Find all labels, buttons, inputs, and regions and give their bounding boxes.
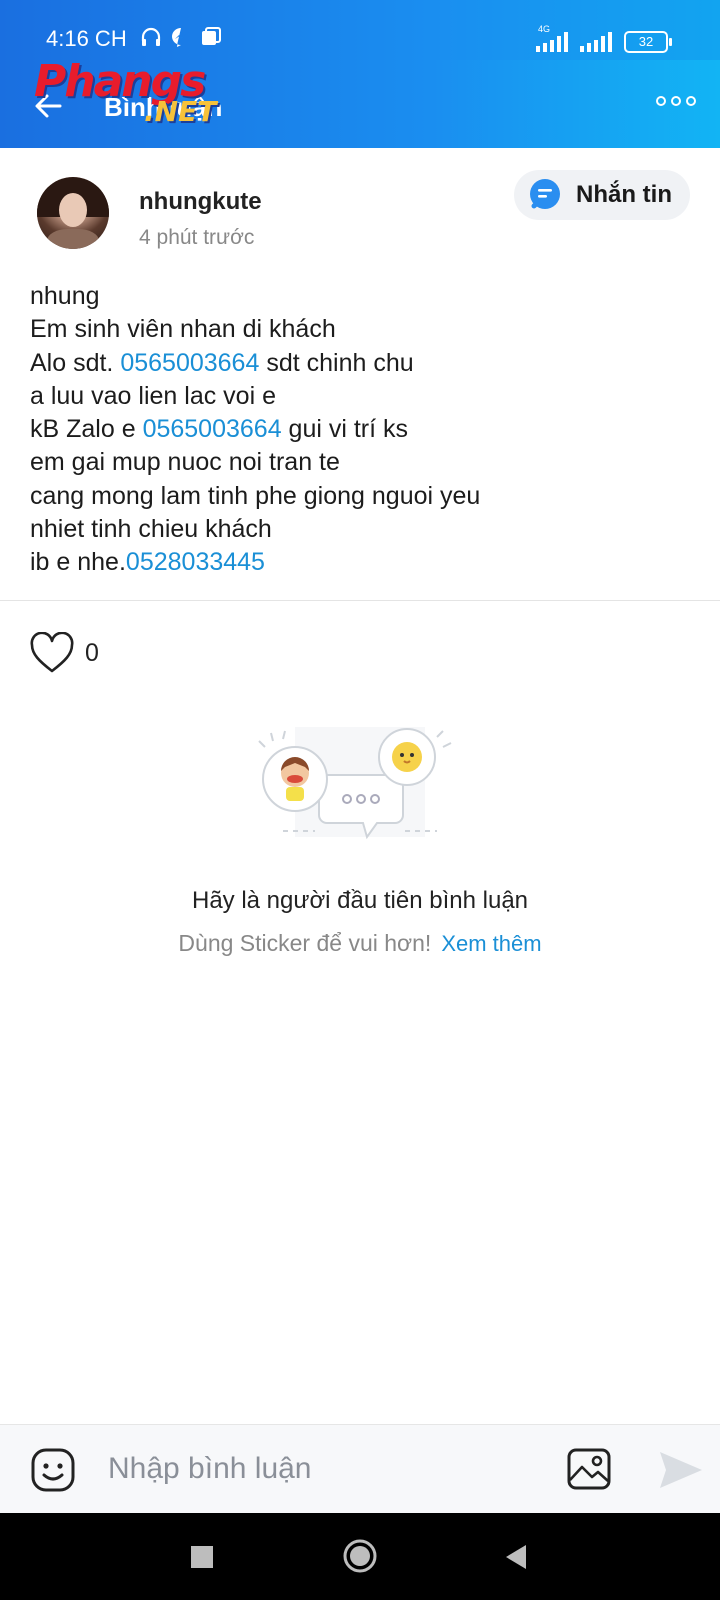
image-icon[interactable]: [566, 1447, 612, 1491]
headphones-icon: [140, 26, 162, 53]
post-line: cang mong lam tinh phe giong nguoi yeu: [30, 481, 481, 510]
photo-notification-icon: [200, 26, 222, 53]
square-icon[interactable]: [191, 1546, 213, 1568]
phone-link[interactable]: 0565003664: [143, 415, 282, 443]
circle-icon[interactable]: [343, 1539, 377, 1573]
empty-state-subtitle: Dùng Sticker để vui hơn! Xem thêm: [178, 930, 542, 956]
post-line: nhiet tinh chieu khách: [30, 515, 272, 544]
avatar[interactable]: [37, 177, 109, 249]
phone-link[interactable]: 0565003664: [120, 349, 259, 377]
status-time: 4:16 CH: [46, 26, 127, 51]
post-line: nhung: [30, 282, 100, 310]
message-button[interactable]: Nhắn tin: [514, 170, 690, 220]
emoji-icon[interactable]: [30, 1447, 76, 1493]
heart-icon[interactable]: [29, 631, 75, 674]
post-line: Alo sdt. 0565003664 sdt chinh chu: [30, 348, 414, 377]
phone-link[interactable]: 0528033445: [126, 548, 265, 576]
post-line: em gai mup nuoc noi tran te: [30, 448, 340, 477]
author-name[interactable]: nhungkute: [139, 188, 262, 216]
post-line: Em sinh viên nhan di khách: [30, 315, 336, 344]
network-type: 4G: [538, 24, 551, 34]
chat-bubble-icon: [528, 178, 562, 212]
see-more-link[interactable]: Xem thêm: [441, 931, 541, 956]
like-count: 0: [85, 639, 99, 667]
status-bar: 4:16 CH 4G 32: [0, 0, 720, 60]
system-nav-bar: [0, 1513, 720, 1600]
post-line: a luu vao lien lac voi e: [30, 381, 276, 410]
signal-4g-icon: 4G: [536, 24, 568, 57]
post-line: kB Zalo e 0565003664 gui vi trí ks: [30, 415, 409, 444]
post-line: ib e nhe.0528033445: [30, 548, 265, 577]
signal-icon: [580, 31, 612, 52]
triangle-back-icon[interactable]: [504, 1543, 528, 1571]
watermark-logo: Phangs .NET: [34, 60, 216, 126]
post-content: nhung Em sinh viên nhan di khách Alo sdt…: [30, 280, 690, 580]
battery-icon: 32: [624, 30, 672, 53]
status-notification-icons: [140, 26, 222, 53]
message-button-label: Nhắn tin: [576, 181, 672, 208]
empty-state-title: Hãy là người đầu tiên bình luận: [191, 887, 529, 914]
comment-bar: [0, 1424, 720, 1514]
status-system-icons: 4G 32: [536, 24, 672, 57]
watermark-net-text: .NET: [144, 95, 217, 128]
post-time: 4 phút trước: [139, 226, 255, 249]
divider: [0, 600, 720, 601]
messenger-icon: [170, 26, 192, 53]
comment-input[interactable]: [106, 1443, 530, 1495]
empty-comments-illustration: [255, 727, 465, 867]
send-icon[interactable]: [658, 1449, 704, 1491]
more-dots-icon[interactable]: [656, 96, 696, 106]
